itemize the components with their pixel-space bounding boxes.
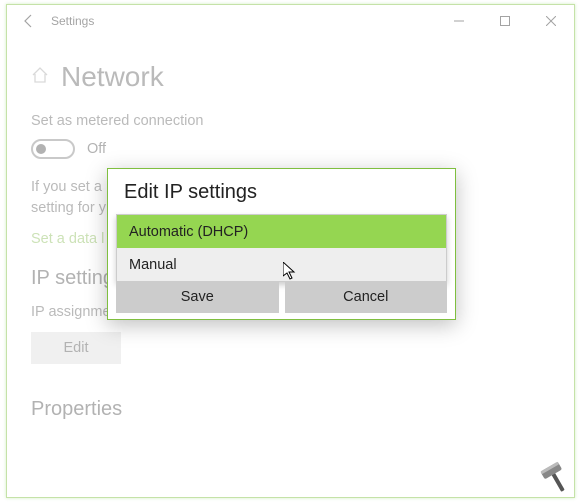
save-button[interactable]: Save bbox=[116, 281, 279, 313]
dialog-title: Edit IP settings bbox=[108, 169, 455, 214]
ip-mode-dropdown[interactable]: Automatic (DHCP) Manual bbox=[116, 214, 447, 282]
cancel-button[interactable]: Cancel bbox=[285, 281, 448, 313]
dropdown-option-automatic[interactable]: Automatic (DHCP) bbox=[117, 215, 446, 248]
dropdown-option-manual[interactable]: Manual bbox=[117, 248, 446, 281]
edit-ip-dialog: Edit IP settings Automatic (DHCP) Manual… bbox=[107, 168, 456, 320]
